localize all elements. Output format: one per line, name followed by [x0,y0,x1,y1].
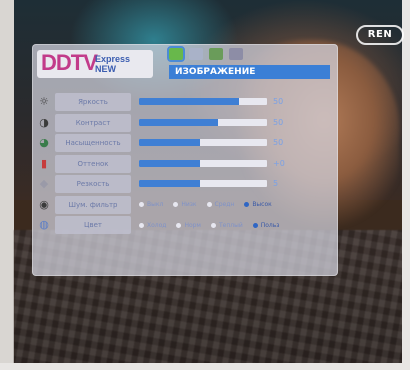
contrast-icon: ◑ [39,115,49,129]
radio-dot-icon [210,222,216,228]
option-text: Выкл [147,201,164,208]
noise-reduction-icon: ◉ [39,197,49,211]
setting-label: Яркость [55,93,131,111]
radio-dot-icon [139,202,144,207]
left-border [0,0,14,370]
setting-label: Контраст [55,113,131,132]
option-radio[interactable]: Теплый [210,221,243,229]
clock-icon[interactable] [209,48,223,60]
option-radio[interactable]: Выкл [139,201,163,208]
radio-dot-icon [206,202,212,207]
setting-value: 5 [273,179,279,188]
option-text: Польз [260,221,280,229]
setting-value: 50 [273,97,284,106]
right-border [402,0,410,370]
sharpness-icon: ◆ [39,177,49,190]
setting-label: Оттенок [55,154,131,173]
osd-logo-sub: Express NEW [95,54,131,74]
setting-label: Насыщенность [55,134,131,152]
setting-value: +0 [273,158,285,168]
setting-row[interactable]: ☼ Яркость 50 [37,93,332,111]
setting-slider[interactable] [139,159,267,167]
menu-tabs [167,46,243,62]
option-group: Выкл Низк Средн Высок [139,198,332,212]
speaker-icon[interactable] [189,48,203,60]
setting-slider[interactable] [139,118,267,126]
slider-fill [139,159,201,167]
slider-fill [139,180,201,187]
slider-fill [139,139,201,146]
hue-icon: ▮ [40,156,48,170]
setting-slider[interactable] [139,139,267,146]
option-radio[interactable]: Низк [173,201,197,208]
option-radio[interactable]: Средн [206,201,235,208]
setting-value: 50 [273,138,284,147]
radio-dot-icon [173,202,179,207]
osd-brand-logo: DDTV Express NEW [37,50,153,78]
osd-menu-panel: DDTV Express NEW ИЗОБРАЖЕНИЕ ☼ Яркость 50 ◑… [32,44,338,276]
option-group: Холод Норм Теплый Польз [139,218,332,232]
settings-icon[interactable] [229,48,243,60]
setting-slider[interactable] [139,180,267,187]
option-text: Холод [147,221,167,229]
radio-dot-icon [244,202,250,207]
setting-row[interactable]: ◑ Контраст 50 [37,113,332,132]
option-label: Цвет [55,216,131,234]
option-radio[interactable]: Норм [176,222,201,229]
option-text: Норм [184,221,201,229]
option-text: Высок [252,201,272,208]
setting-row[interactable]: ▮ Оттенок +0 [37,154,332,173]
menu-title: ИЗОБРАЖЕНИЕ [169,65,330,79]
saturation-icon: ◕ [39,136,49,149]
option-text: Низк [181,201,197,208]
option-row[interactable]: ◉ Шум. фильтр Выкл Низк Средн Высок [37,195,332,214]
brightness-icon: ☼ [39,95,49,108]
color-temp-icon: ◍ [39,218,49,231]
radio-dot-icon [252,222,258,228]
radio-dot-icon [176,222,182,228]
radio-dot-icon [139,222,144,228]
option-radio[interactable]: Холод [139,222,166,229]
option-label: Шум. фильтр [55,195,131,214]
bottom-border [0,363,410,370]
option-text: Теплый [218,221,243,229]
option-text: Средн [214,201,235,208]
option-row[interactable]: ◍ Цвет Холод Норм Теплый Польз [37,216,332,234]
option-radio[interactable]: Высок [244,201,272,208]
channel-logo: REN [356,25,404,45]
setting-label: Резкость [55,175,131,193]
slider-fill [139,98,239,105]
setting-slider[interactable] [139,98,267,105]
osd-logo-main: DDTV [41,50,98,75]
slider-fill [139,118,219,126]
setting-row[interactable]: ◕ Насыщенность 50 [37,134,332,152]
monitor-icon[interactable] [167,46,185,62]
setting-row[interactable]: ◆ Резкость 5 [37,175,332,193]
option-radio[interactable]: Польз [252,221,280,229]
setting-value: 50 [273,117,284,127]
